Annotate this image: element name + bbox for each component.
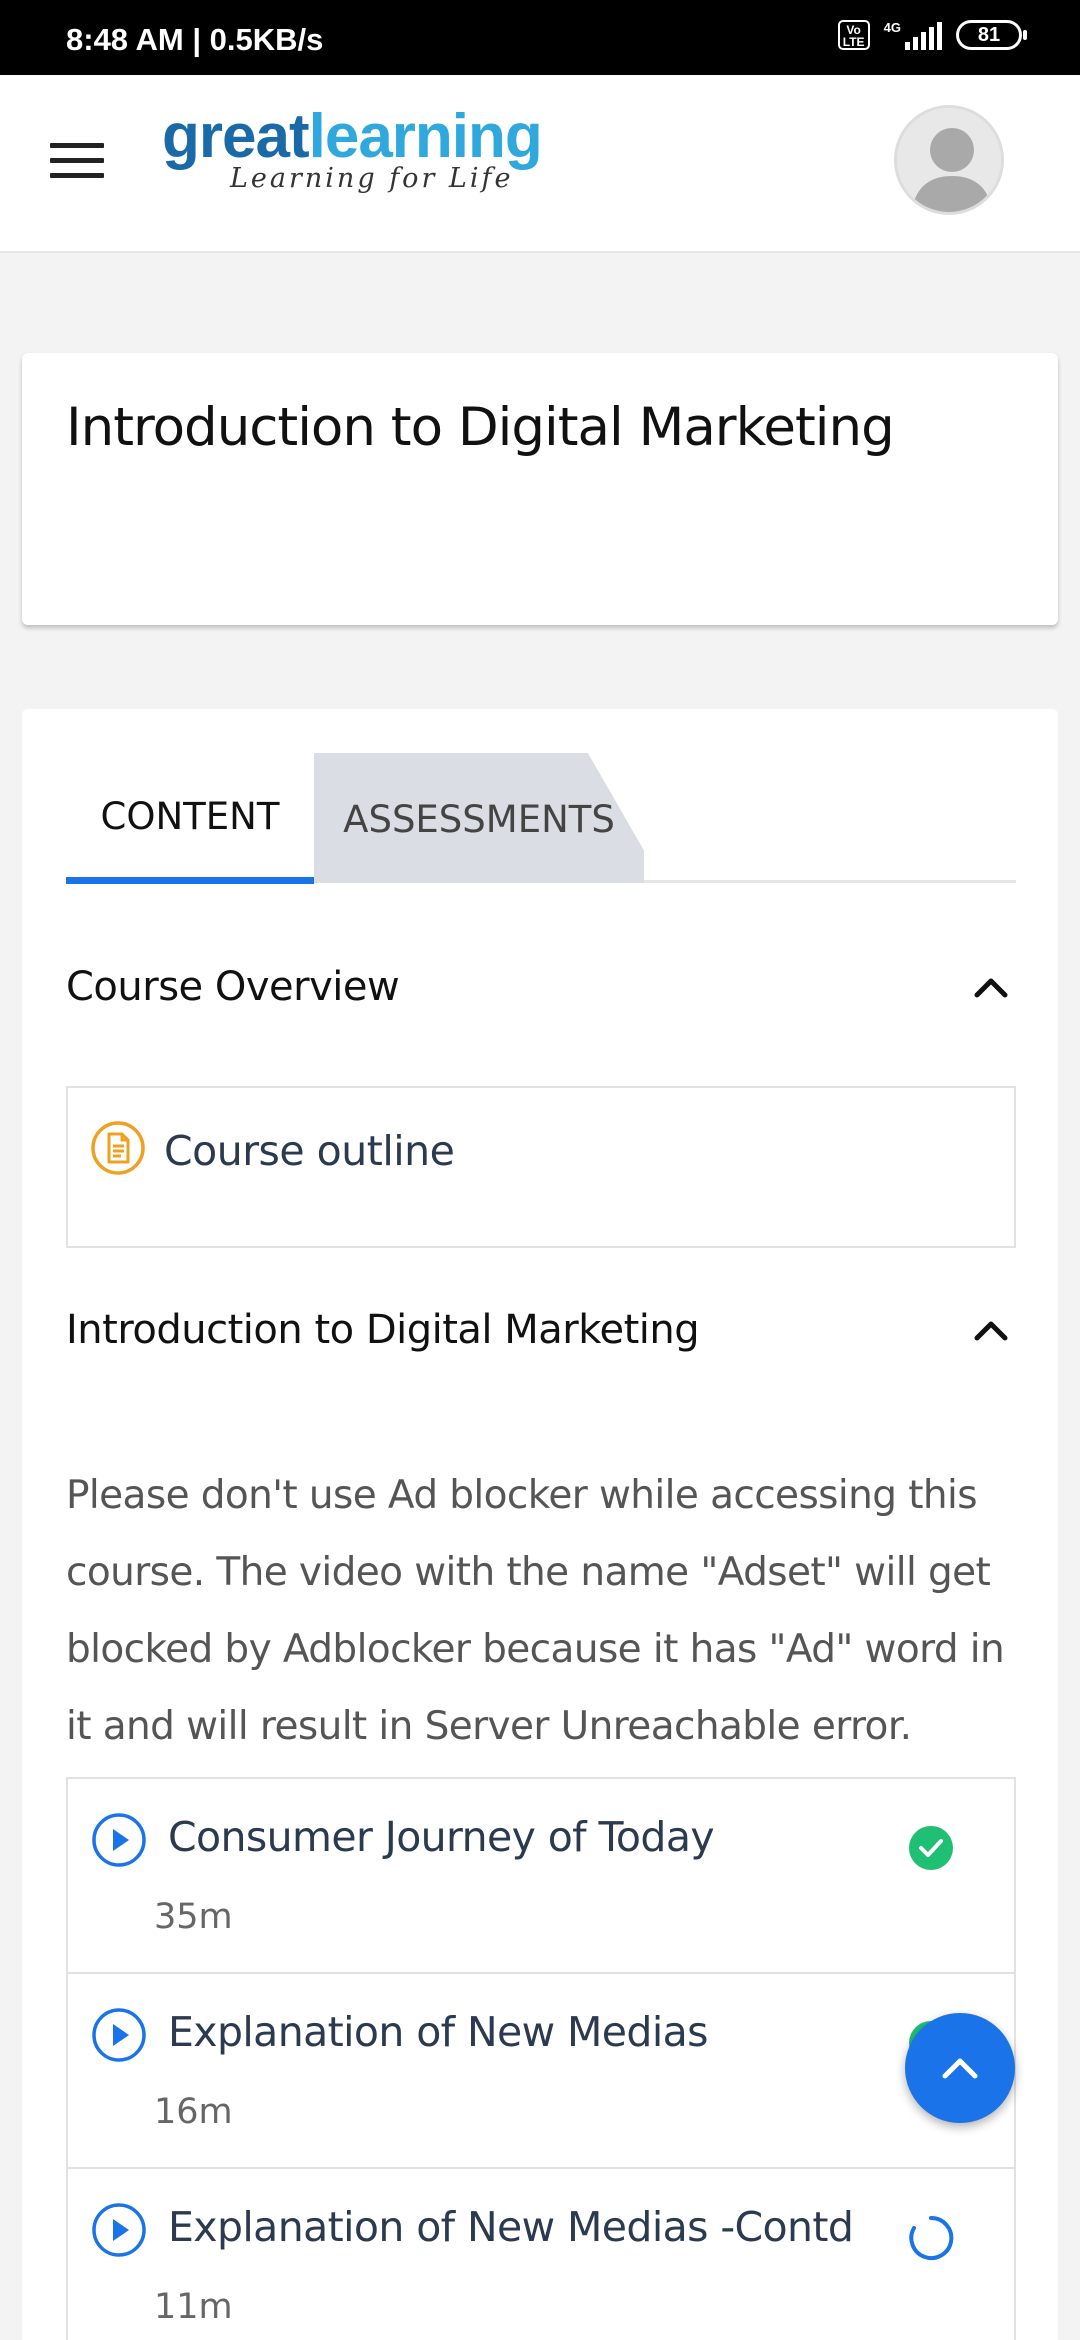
section-header-intro-digital-marketing[interactable]: Introduction to Digital Marketing [66,1305,1016,1355]
scroll-to-top-button[interactable] [905,2013,1015,2123]
play-icon[interactable] [90,2006,148,2069]
greatlearning-logo[interactable]: greatlearning Learning for Life [162,102,543,195]
lesson-list: Consumer Journey of Today 35m Explanatio… [66,1777,1016,2340]
chevron-up-icon [942,2058,978,2079]
document-icon [90,1120,146,1181]
course-outline-label: Course outline [164,1126,455,1175]
section-title: Introduction to Digital Marketing [66,1307,700,1353]
logo-tagline: Learning for Life [230,163,514,194]
play-icon[interactable] [90,2201,148,2264]
in-progress-icon [908,2215,954,2266]
status-icons: Vo LTE 4G 81 [837,20,1027,50]
logo-wordmark: greatlearning [162,102,543,171]
app-header: greatlearning Learning for Life [0,75,1080,253]
lesson-name: Explanation of New Medias [168,2008,709,2056]
network-type: 4G [883,20,901,35]
lesson-duration: 35m [154,1897,233,1937]
course-content-card: CONTENT ASSESSMENTS Course Overview Cour… [22,709,1058,2340]
list-item[interactable]: Explanation of New Medias -Contd 11m [68,2169,1014,2340]
course-title-card: Introduction to Digital Marketing [22,353,1058,625]
list-item[interactable]: Consumer Journey of Today 35m [68,1779,1014,1974]
volte-icon: Vo LTE [837,20,870,50]
course-title: Introduction to Digital Marketing [66,397,895,458]
lesson-duration: 16m [154,2092,233,2132]
adblocker-notice: Please don't use Ad blocker while access… [66,1473,1005,1749]
status-bar: 8:48 AM | 0.5KB/s Vo LTE 4G 81 [0,0,1080,75]
battery-icon: 81 [956,20,1027,50]
chevron-up-icon[interactable] [966,962,1016,1012]
tab-bar: CONTENT ASSESSMENTS [66,753,1016,884]
signal-icon [905,20,942,50]
lesson-name: Explanation of New Medias -Contd [168,2203,854,2251]
check-circle-icon [908,1825,954,1876]
section-header-course-overview[interactable]: Course Overview [66,962,1016,1012]
play-icon[interactable] [90,1811,148,1874]
hamburger-menu-icon[interactable] [50,143,104,181]
section-title: Course Overview [66,964,400,1010]
lesson-name: Consumer Journey of Today [168,1813,715,1861]
status-time: 8:48 AM | 0.5KB/s [66,22,324,57]
list-item[interactable]: Explanation of New Medias 16m [68,1974,1014,2169]
tab-assessments[interactable]: ASSESSMENTS [314,753,644,883]
battery-level: 81 [977,24,1001,46]
logo-learning: learning [308,102,543,171]
course-overview-list: Course outline [66,1086,1016,1248]
course-outline-item[interactable]: Course outline [90,1120,455,1181]
logo-great: great [162,102,310,171]
chevron-up-icon[interactable] [966,1305,1016,1355]
lesson-duration: 11m [154,2287,233,2327]
tab-content[interactable]: CONTENT [66,753,314,884]
user-avatar-icon[interactable] [894,105,1004,215]
